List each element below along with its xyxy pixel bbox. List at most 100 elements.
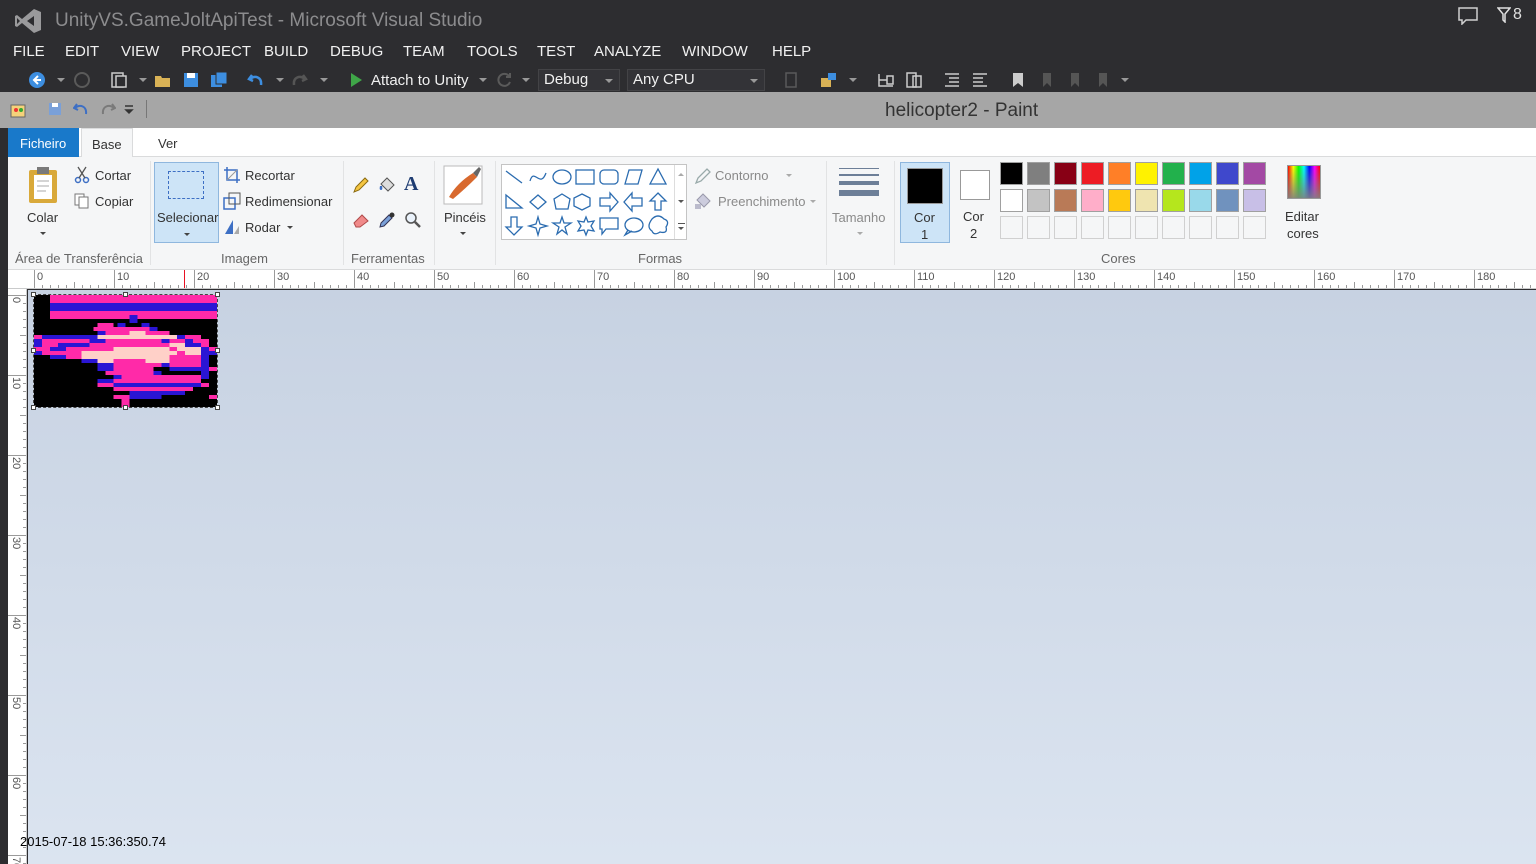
palette-color-swatch[interactable] xyxy=(1243,162,1266,185)
redo-dropdown-icon[interactable] xyxy=(320,78,328,82)
shapes-scrollbar[interactable] xyxy=(674,165,687,239)
palette-color-swatch[interactable] xyxy=(1054,216,1077,239)
palette-color-swatch[interactable] xyxy=(1027,162,1050,185)
palette-color-swatch[interactable] xyxy=(1108,162,1131,185)
qat-customize-icon[interactable] xyxy=(124,105,134,115)
shapes-expand-icon[interactable] xyxy=(678,223,685,231)
rotate-dropdown-icon[interactable] xyxy=(287,226,293,229)
resize-handle[interactable] xyxy=(215,292,220,297)
menu-view[interactable]: VIEW xyxy=(121,43,159,60)
edit-colors-button[interactable]: Editar cores xyxy=(1276,162,1321,243)
palette-color-swatch[interactable] xyxy=(1243,216,1266,239)
cut-button[interactable]: Cortar xyxy=(95,168,131,183)
outdent-icon[interactable] xyxy=(971,71,989,89)
outline-button[interactable]: Contorno xyxy=(715,168,768,183)
palette-color-swatch[interactable] xyxy=(1000,189,1023,212)
find-in-files-icon[interactable] xyxy=(782,71,800,89)
palette-color-swatch[interactable] xyxy=(1108,216,1131,239)
brushes-button[interactable]: Pincéis xyxy=(438,162,488,243)
resize-handle[interactable] xyxy=(31,405,36,410)
resize-handle[interactable] xyxy=(215,348,220,353)
save-all-icon[interactable] xyxy=(210,71,228,89)
select-button[interactable]: Selecionar xyxy=(154,162,219,243)
undo-icon[interactable] xyxy=(247,71,265,89)
menu-window[interactable]: WINDOW xyxy=(682,43,748,60)
palette-color-swatch[interactable] xyxy=(1135,162,1158,185)
properties-icon[interactable] xyxy=(905,71,923,89)
resize-button[interactable]: Redimensionar xyxy=(245,194,332,209)
palette-color-swatch[interactable] xyxy=(1216,162,1239,185)
menu-test[interactable]: TEST xyxy=(537,43,575,60)
palette-color-swatch[interactable] xyxy=(1189,162,1212,185)
attach-to-unity-button[interactable]: Attach to Unity xyxy=(371,72,469,89)
undo-dropdown-icon[interactable] xyxy=(276,78,284,82)
palette-color-swatch[interactable] xyxy=(1216,189,1239,212)
palette-color-swatch[interactable] xyxy=(1081,189,1104,212)
clear-bookmarks-icon[interactable] xyxy=(1093,71,1111,89)
fill-bucket-icon[interactable] xyxy=(378,176,396,194)
rotate-button[interactable]: Rodar xyxy=(245,220,280,235)
menu-project[interactable]: PROJECT xyxy=(181,43,251,60)
toolbar-overflow-icon[interactable] xyxy=(849,78,857,82)
magnifier-icon[interactable] xyxy=(404,211,422,229)
qat-redo-icon[interactable] xyxy=(100,101,116,117)
refresh-icon[interactable] xyxy=(495,71,513,89)
previous-bookmark-icon[interactable] xyxy=(1037,71,1055,89)
palette-color-swatch[interactable] xyxy=(1081,216,1104,239)
solution-explorer-icon[interactable] xyxy=(820,71,838,89)
palette-color-swatch[interactable] xyxy=(1189,216,1212,239)
new-project-icon[interactable] xyxy=(110,71,128,89)
menu-debug[interactable]: DEBUG xyxy=(330,43,383,60)
color1-button[interactable]: Cor 1 xyxy=(900,162,950,243)
palette-color-swatch[interactable] xyxy=(1054,162,1077,185)
palette-color-swatch[interactable] xyxy=(1162,162,1185,185)
resize-handle[interactable] xyxy=(215,405,220,410)
palette-color-swatch[interactable] xyxy=(1216,216,1239,239)
text-tool-icon[interactable]: A xyxy=(404,173,418,196)
menu-build[interactable]: BUILD xyxy=(264,43,308,60)
menu-team[interactable]: TEAM xyxy=(403,43,445,60)
notification-flag-icon[interactable] xyxy=(1497,7,1511,23)
refresh-dropdown-icon[interactable] xyxy=(522,78,530,82)
shapes-scroll-up-icon[interactable] xyxy=(678,173,684,176)
menu-analyze[interactable]: ANALYZE xyxy=(594,43,661,60)
resize-handle[interactable] xyxy=(123,292,128,297)
indent-icon[interactable] xyxy=(943,71,961,89)
open-file-icon[interactable] xyxy=(154,71,172,89)
next-bookmark-icon[interactable] xyxy=(1065,71,1083,89)
menu-file[interactable]: FILE xyxy=(13,43,45,60)
configuration-select[interactable]: Debug xyxy=(538,69,620,91)
feedback-icon[interactable] xyxy=(1458,7,1478,25)
palette-color-swatch[interactable] xyxy=(1000,162,1023,185)
palette-color-swatch[interactable] xyxy=(1108,189,1131,212)
palette-color-swatch[interactable] xyxy=(1054,189,1077,212)
crop-button[interactable]: Recortar xyxy=(245,168,295,183)
back-dropdown-icon[interactable] xyxy=(57,78,65,82)
image-canvas[interactable] xyxy=(31,292,220,410)
palette-color-swatch[interactable] xyxy=(1027,189,1050,212)
navigate-back-icon[interactable] xyxy=(28,71,46,89)
new-dropdown-icon[interactable] xyxy=(139,78,147,82)
navigate-forward-icon[interactable] xyxy=(73,71,91,89)
save-icon[interactable] xyxy=(182,71,200,89)
palette-color-swatch[interactable] xyxy=(1189,189,1212,212)
qat-save-icon[interactable] xyxy=(48,102,62,116)
redo-icon[interactable] xyxy=(290,71,308,89)
tab-file[interactable]: Ficheiro xyxy=(8,128,79,157)
outline-dropdown-icon[interactable] xyxy=(786,174,792,177)
palette-color-swatch[interactable] xyxy=(1162,216,1185,239)
color-picker-icon[interactable] xyxy=(378,211,396,229)
palette-color-swatch[interactable] xyxy=(1135,189,1158,212)
size-button[interactable]: Tamanho xyxy=(828,162,892,243)
eraser-icon[interactable] xyxy=(352,211,370,229)
resize-handle[interactable] xyxy=(31,348,36,353)
menu-tools[interactable]: TOOLS xyxy=(467,43,518,60)
palette-color-swatch[interactable] xyxy=(1135,216,1158,239)
palette-color-swatch[interactable] xyxy=(1081,162,1104,185)
paste-button[interactable]: Colar xyxy=(27,210,58,225)
tab-view[interactable]: Ver xyxy=(148,128,188,157)
menu-edit[interactable]: EDIT xyxy=(65,43,99,60)
shapes-gallery[interactable] xyxy=(501,164,687,240)
fill-button[interactable]: Preenchimento xyxy=(718,194,805,209)
canvas-area[interactable] xyxy=(28,290,1536,864)
